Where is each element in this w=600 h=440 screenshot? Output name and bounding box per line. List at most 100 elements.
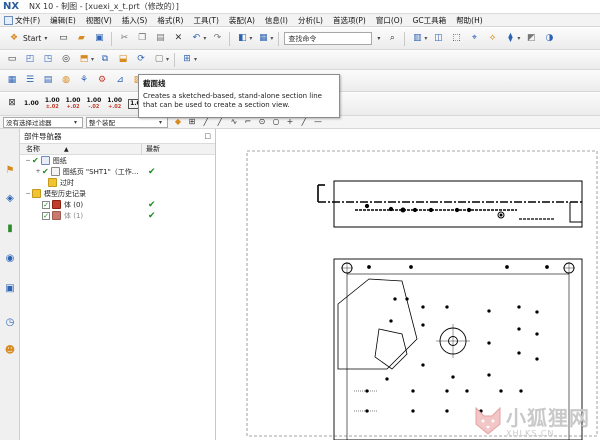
copy-icon[interactable]: ❐ <box>135 32 149 46</box>
chevron-down-icon[interactable]: ▾ <box>91 56 94 63</box>
balloon-icon[interactable]: ◍ <box>59 74 73 88</box>
part-icon[interactable]: ⬚ <box>449 32 463 46</box>
projected-view-icon[interactable]: ◳ <box>41 53 55 67</box>
selection-filter-select[interactable]: 没有选择过滤器 ▾ <box>3 116 83 128</box>
collapse-icon[interactable]: − <box>24 157 32 164</box>
cut-icon[interactable]: ✂ <box>117 32 131 46</box>
column-name[interactable]: 名称 ▲ <box>20 144 142 154</box>
menu-window[interactable]: 窗口(O) <box>376 15 403 26</box>
snap-tangent-icon[interactable]: ╱ <box>299 117 309 127</box>
snap-icon[interactable]: ⟡ <box>485 32 499 46</box>
menu-info[interactable]: 信息(I) <box>265 15 288 26</box>
chevron-down-icon[interactable]: ▾ <box>270 35 273 42</box>
menu-preferences[interactable]: 首选项(P) <box>333 15 366 26</box>
select-all-icon[interactable]: ◆ <box>173 117 183 127</box>
web-browser-icon[interactable]: ◉ <box>3 251 17 265</box>
menu-insert[interactable]: 插入(S) <box>122 15 148 26</box>
measure-icon[interactable]: ⧫ <box>503 32 517 46</box>
dimension-format-icon[interactable]: 1.00 <box>24 100 39 107</box>
detail-view-icon[interactable]: ◎ <box>59 53 73 67</box>
visibility-checkbox[interactable]: ✓ <box>42 211 50 220</box>
section-view-icon[interactable]: ⬒ <box>77 53 91 67</box>
reuse-library-icon[interactable]: ▮ <box>3 221 17 235</box>
menu-edit[interactable]: 编辑(E) <box>50 15 76 26</box>
snap-grid-icon[interactable]: ⊞ <box>187 117 197 127</box>
chevron-down-icon[interactable]: ▾ <box>194 56 197 63</box>
open-folder-icon[interactable]: ▰ <box>74 32 88 46</box>
delete-icon[interactable]: ✕ <box>171 32 185 46</box>
window-icon[interactable]: ▦ <box>256 32 270 46</box>
layout-icon[interactable]: ⊞ <box>180 53 194 67</box>
column-latest[interactable]: 最新 <box>142 144 160 154</box>
collapse-icon[interactable]: − <box>24 190 32 197</box>
menu-view[interactable]: 视图(V) <box>86 15 112 26</box>
chevron-down-icon[interactable]: ▾ <box>517 35 520 42</box>
general-view-icon[interactable]: ⊠ <box>5 97 19 111</box>
render-icon[interactable]: ◑ <box>542 32 556 46</box>
tree-row-outdated[interactable]: 过时 <box>20 177 215 188</box>
paste-icon[interactable]: ▤ <box>153 32 167 46</box>
history-icon[interactable]: ▣ <box>3 281 17 295</box>
menu-tools[interactable]: 工具(T) <box>193 15 218 26</box>
chevron-down-icon[interactable]: ▾ <box>249 35 252 42</box>
tree-row-model-history[interactable]: − 模型历史记录 <box>20 188 215 199</box>
chevron-down-icon[interactable]: ▾ <box>203 35 206 42</box>
snap-point-icon[interactable]: + <box>285 117 295 127</box>
layer-icon[interactable]: ◫ <box>431 32 445 46</box>
tree-row-drawing[interactable]: − ✔ 图纸 <box>20 155 215 166</box>
chevron-down-icon[interactable]: ▾ <box>166 56 169 63</box>
expand-icon[interactable]: + <box>34 168 42 175</box>
menu-gc-toolbox[interactable]: GC工具箱 <box>413 15 447 26</box>
snap-curve-icon[interactable]: ∿ <box>229 117 239 127</box>
wcs-icon[interactable]: ⌖ <box>467 32 481 46</box>
redo-icon[interactable]: ↷ <box>210 32 224 46</box>
chevron-down-icon[interactable]: ▾ <box>377 35 380 42</box>
tree-row-sheet[interactable]: + ✔ 图纸页 "SHT1"（工作... ✔ <box>20 166 215 177</box>
symbol-icon[interactable]: ⚘ <box>77 74 91 88</box>
command-search-input[interactable]: 查找命令 <box>284 32 373 45</box>
assembly-navigator-icon[interactable]: ◈ <box>3 191 17 205</box>
snap-endpoint-icon[interactable]: ╱ <box>201 117 211 127</box>
new-file-icon[interactable]: ▭ <box>56 32 70 46</box>
undo-icon[interactable]: ↶ <box>189 32 203 46</box>
grid-icon[interactable]: ▥ <box>410 32 424 46</box>
model-view-icon[interactable]: ◧ <box>235 32 249 46</box>
base-view-icon[interactable]: ◰ <box>23 53 37 67</box>
snap-control-icon[interactable]: ⌐ <box>243 117 253 127</box>
tolerance-bilateral-icon[interactable]: 1.00 ±.02 <box>45 97 60 110</box>
menu-help[interactable]: 帮助(H) <box>456 15 483 26</box>
roles-icon[interactable]: ☻ <box>3 343 17 357</box>
part-navigator-icon[interactable]: ⚑ <box>3 163 17 177</box>
section-line-icon[interactable]: ⬓ <box>116 53 130 67</box>
datum-icon[interactable]: ⊿ <box>113 74 127 88</box>
start-button[interactable]: ❖ Start ▾ <box>3 31 54 47</box>
display-icon[interactable]: ◩ <box>524 32 538 46</box>
update-views-icon[interactable]: ⟳ <box>134 53 148 67</box>
menu-format[interactable]: 格式(R) <box>157 15 183 26</box>
menu-file[interactable]: 文件(F) <box>4 15 40 26</box>
menu-assembly[interactable]: 装配(A) <box>229 15 255 26</box>
snap-quadrant-icon[interactable]: ○ <box>271 117 281 127</box>
chevron-down-icon[interactable]: ▾ <box>424 35 427 42</box>
graphics-window[interactable]: 小狐狸网 XHLKS.CN <box>217 129 600 440</box>
visibility-checkbox[interactable]: ✓ <box>42 200 50 209</box>
tolerance-upper-icon[interactable]: 1.00 +.02 <box>66 97 81 110</box>
snap-center-icon[interactable]: ⊙ <box>257 117 267 127</box>
menu-analysis[interactable]: 分析(L) <box>298 15 323 26</box>
view-boundary-icon[interactable]: ▢ <box>152 53 166 67</box>
tolerance-lower-icon[interactable]: 1.00 -.02 <box>86 97 101 110</box>
assembly-scope-select[interactable]: 整个装配 ▾ <box>86 116 168 128</box>
tree-row-body-1[interactable]: ✓ 体 (1) ✔ <box>20 210 215 221</box>
parts-list-icon[interactable]: ☰ <box>23 74 37 88</box>
snap-midpoint-icon[interactable]: ╱ <box>215 117 225 127</box>
save-icon[interactable]: ▣ <box>92 32 106 46</box>
table-icon[interactable]: ▦ <box>5 74 19 88</box>
close-icon[interactable]: □ <box>204 132 211 140</box>
drawing-canvas[interactable] <box>217 129 600 440</box>
tree-row-body-0[interactable]: ✓ 体 (0) ✔ <box>20 199 215 210</box>
find-icon[interactable]: ⌕ <box>385 32 399 46</box>
snap-intersect-icon[interactable]: — <box>313 117 323 127</box>
new-sheet-icon[interactable]: ▭ <box>5 53 19 67</box>
tabular-note-icon[interactable]: ▤ <box>41 74 55 88</box>
break-view-icon[interactable]: ⧉ <box>98 53 112 67</box>
